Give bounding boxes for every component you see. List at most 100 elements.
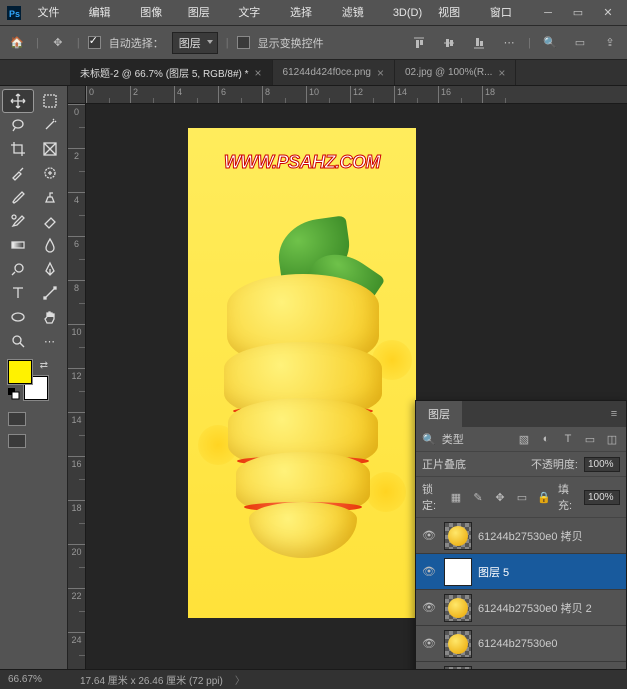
default-colors-icon[interactable] [8, 388, 20, 400]
layer-name[interactable]: 61244b27530e0 拷贝 [478, 528, 622, 544]
align-vcenter-icon[interactable] [438, 32, 460, 54]
ruler-vertical[interactable]: 024681012141618202224 [68, 104, 86, 669]
show-transform-checkbox[interactable] [237, 36, 250, 49]
shape-tool[interactable] [3, 306, 33, 328]
filter-shape-icon[interactable]: ▭ [582, 431, 598, 447]
blend-mode-dropdown[interactable]: 正片叠底 [422, 456, 525, 472]
align-bottom-icon[interactable] [468, 32, 490, 54]
lasso-tool[interactable] [3, 114, 33, 136]
lock-artboard-icon[interactable]: ▭ [514, 489, 530, 505]
eraser-tool[interactable] [35, 210, 65, 232]
lock-transparent-icon[interactable]: ▦ [448, 489, 464, 505]
fill-input[interactable] [584, 490, 620, 505]
search-icon[interactable]: 🔍 [539, 32, 561, 54]
visibility-icon[interactable]: 👁 [420, 563, 438, 581]
visibility-icon[interactable]: 👁 [420, 635, 438, 653]
gradient-tool[interactable] [3, 234, 33, 256]
panel-menu-icon[interactable]: ≡ [602, 401, 626, 427]
doc-tab-1[interactable]: 未标题-2 @ 66.7% (图层 5, RGB/8#) * × [70, 60, 273, 85]
window-minimize[interactable]: ─ [533, 1, 563, 25]
document-canvas[interactable]: WWW.PSAHZ.COM [188, 128, 416, 618]
layer-name[interactable]: 61244b27530e0 拷贝 2 [478, 600, 622, 616]
layer-row[interactable]: 👁 椭圆 1 [416, 662, 626, 669]
window-maximize[interactable]: ▭ [563, 1, 593, 25]
zoom-tool[interactable] [3, 330, 33, 352]
lock-all-icon[interactable]: 🔒 [536, 489, 552, 505]
auto-select-label: 自动选择： [109, 35, 164, 51]
brush-tool[interactable] [3, 186, 33, 208]
lock-pixels-icon[interactable]: ✎ [470, 489, 486, 505]
doc-tab-3[interactable]: 02.jpg @ 100%(R... × [395, 60, 516, 85]
menu-filter[interactable]: 滤镜(T) [334, 1, 385, 25]
move-tool-icon[interactable]: ✥ [47, 32, 69, 54]
doc-tab-2[interactable]: 61244d424f0ce.png × [273, 60, 395, 85]
layer-thumbnail[interactable] [444, 666, 472, 670]
filter-type-icon[interactable]: T [560, 431, 576, 447]
ruler-horizontal[interactable]: 024681012141618 [86, 86, 627, 104]
align-top-icon[interactable] [408, 32, 430, 54]
swap-colors-icon[interactable]: ⇄ [40, 360, 48, 371]
distribute-icon[interactable]: ⋯ [498, 32, 520, 54]
frame-tool[interactable] [35, 138, 65, 160]
layer-thumbnail[interactable] [444, 630, 472, 658]
auto-select-checkbox[interactable] [88, 36, 101, 49]
canvas-area[interactable]: 024681012141618 024681012141618202224 WW… [68, 86, 627, 669]
zoom-input[interactable] [8, 674, 68, 685]
layer-thumbnail[interactable] [444, 594, 472, 622]
window-close[interactable]: ✕ [593, 1, 623, 25]
hand-tool[interactable] [35, 306, 65, 328]
panel-tab-layers[interactable]: 图层 [416, 401, 462, 427]
close-icon[interactable]: × [377, 66, 384, 80]
layer-row[interactable]: 👁 61244b27530e0 拷贝 [416, 518, 626, 554]
filter-pixel-icon[interactable]: ▧ [516, 431, 532, 447]
move-tool[interactable] [3, 90, 33, 112]
workspace-icon[interactable]: ▭ [569, 32, 591, 54]
layer-row[interactable]: 👁 图层 5 [416, 554, 626, 590]
edit-toolbar[interactable]: ⋯ [35, 330, 65, 352]
close-icon[interactable]: × [255, 66, 262, 80]
spot-heal-tool[interactable] [35, 162, 65, 184]
menu-file[interactable]: 文件(F) [29, 1, 80, 25]
menu-3d[interactable]: 3D(D) [385, 1, 430, 25]
blur-tool[interactable] [35, 234, 65, 256]
clone-stamp-tool[interactable] [35, 186, 65, 208]
layer-row[interactable]: 👁 61244b27530e0 拷贝 2 [416, 590, 626, 626]
menu-window[interactable]: 窗口(W [482, 1, 533, 25]
ruler-origin[interactable] [68, 86, 86, 104]
marquee-tool[interactable] [35, 90, 65, 112]
auto-select-dropdown[interactable]: 图层 [172, 32, 218, 54]
filter-smart-icon[interactable]: ◫ [604, 431, 620, 447]
quickmask-mode[interactable] [8, 412, 26, 426]
menu-image[interactable]: 图像(I) [132, 1, 180, 25]
dodge-tool[interactable] [3, 258, 33, 280]
close-icon[interactable]: × [498, 66, 505, 80]
filter-adjust-icon[interactable]: ◐ [538, 431, 554, 447]
menu-select[interactable]: 选择(S) [282, 1, 334, 25]
menu-layer[interactable]: 图层(L) [180, 1, 231, 25]
history-brush-tool[interactable] [3, 210, 33, 232]
menu-view[interactable]: 视图(V) [430, 1, 482, 25]
screen-mode[interactable] [8, 434, 26, 448]
eyedropper-tool[interactable] [3, 162, 33, 184]
path-tool[interactable] [35, 282, 65, 304]
layer-name[interactable]: 61244b27530e0 [478, 638, 622, 650]
layer-row[interactable]: 👁 61244b27530e0 [416, 626, 626, 662]
type-tool[interactable] [3, 282, 33, 304]
crop-tool[interactable] [3, 138, 33, 160]
layer-name[interactable]: 图层 5 [478, 564, 622, 580]
layer-thumbnail[interactable] [444, 558, 472, 586]
layer-thumbnail[interactable] [444, 522, 472, 550]
lock-position-icon[interactable]: ✥ [492, 489, 508, 505]
visibility-icon[interactable]: 👁 [420, 527, 438, 545]
menu-type[interactable]: 文字(Y) [230, 1, 282, 25]
filter-type-dropdown[interactable]: 类型 [442, 431, 464, 447]
visibility-icon[interactable]: 👁 [420, 599, 438, 617]
opacity-input[interactable] [584, 457, 620, 472]
share-icon[interactable]: ⇪ [599, 32, 621, 54]
home-icon[interactable]: 🏠 [6, 32, 28, 54]
foreground-color[interactable] [8, 360, 32, 384]
menu-edit[interactable]: 编辑(E) [81, 1, 133, 25]
pen-tool[interactable] [35, 258, 65, 280]
svg-text:Ps: Ps [9, 9, 20, 19]
magic-wand-tool[interactable] [35, 114, 65, 136]
